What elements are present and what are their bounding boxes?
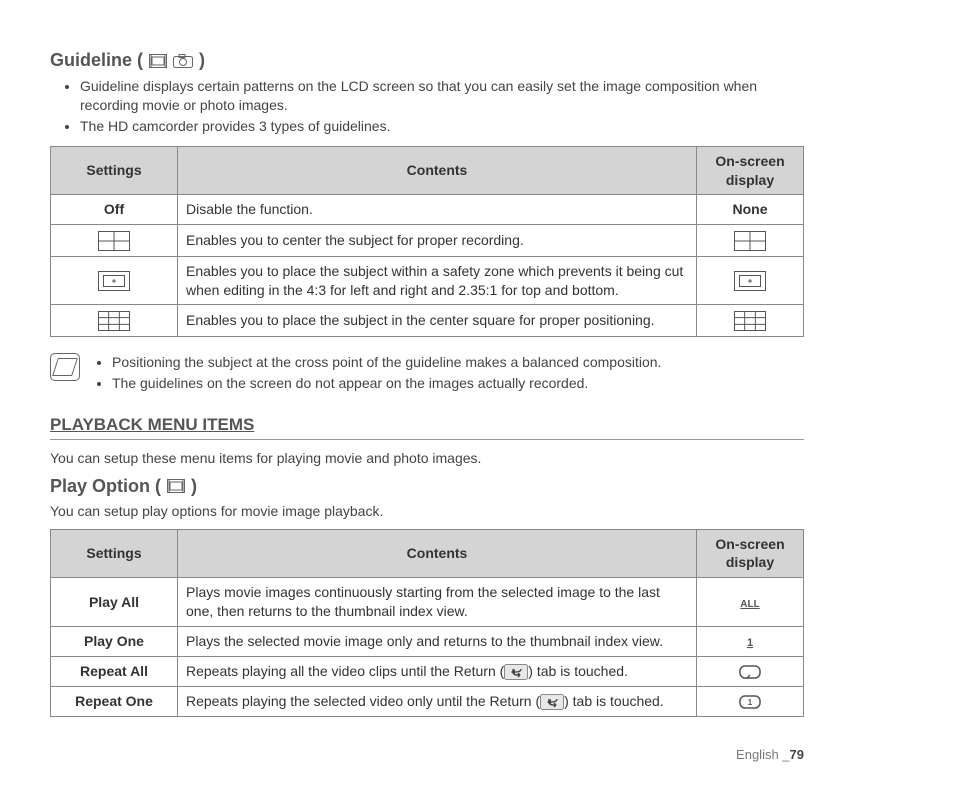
cell-osd: [697, 656, 804, 686]
cell-content: Repeats playing the selected video only …: [178, 686, 697, 716]
guideline-title: Guideline ( ): [50, 50, 804, 71]
camera-icon: [173, 54, 193, 68]
table-header-row: Settings Contents On-screen display: [51, 529, 804, 578]
playback-section: PLAYBACK MENU ITEMS You can setup these …: [50, 415, 804, 717]
note-list: Positioning the subject at the cross poi…: [90, 351, 661, 395]
cell-content: Enables you to center the subject for pr…: [178, 225, 697, 256]
cell-osd: 1: [697, 627, 804, 657]
table-row: Enables you to place the subject within …: [51, 256, 804, 305]
grid-thirds-icon: [98, 311, 130, 331]
table-row: Repeat All Repeats playing all the video …: [51, 656, 804, 686]
cell-osd: [697, 305, 804, 336]
play-option-desc: You can setup play options for movie ima…: [50, 503, 804, 519]
note-item: The guidelines on the screen do not appe…: [112, 374, 661, 393]
content-post: ) tab is touched.: [564, 693, 664, 709]
table-row: Enables you to center the subject for pr…: [51, 225, 804, 256]
play-option-title-text: Play Option (: [50, 476, 161, 497]
col-contents: Contents: [178, 529, 697, 578]
play-one-icon: 1: [737, 634, 763, 650]
guideline-table: Settings Contents On-screen display OffD…: [50, 146, 804, 337]
cell-content: Plays the selected movie image only and …: [178, 627, 697, 657]
grid-safety-icon: [98, 271, 130, 291]
cell-osd: 1: [697, 686, 804, 716]
content-pre: Repeats playing all the video clips unti…: [186, 663, 504, 679]
col-settings: Settings: [51, 529, 178, 578]
note-item: Positioning the subject at the cross poi…: [112, 353, 661, 372]
cell-setting: Repeat All: [51, 656, 178, 686]
playback-heading: PLAYBACK MENU ITEMS: [50, 415, 804, 440]
note-icon: [50, 353, 80, 381]
col-contents: Contents: [178, 146, 697, 195]
return-icon: [504, 664, 528, 680]
grid-cross-icon: [734, 231, 766, 251]
cell-content: Enables you to place the subject within …: [178, 256, 697, 305]
cell-setting: Play One: [51, 627, 178, 657]
col-settings: Settings: [51, 146, 178, 195]
table-row: OffDisable the function.None: [51, 195, 804, 225]
cell-content: Enables you to place the subject in the …: [178, 305, 697, 336]
play-option-title-close: ): [191, 476, 197, 497]
table-header-row: Settings Contents On-screen display: [51, 146, 804, 195]
content-post: ) tab is touched.: [528, 663, 628, 679]
cell-osd: [697, 225, 804, 256]
play-option-title: Play Option ( ): [50, 476, 804, 497]
cell-setting: Off: [51, 195, 178, 225]
svg-text:1: 1: [747, 637, 753, 649]
cell-osd: [697, 256, 804, 305]
svg-text:ALL: ALL: [740, 599, 759, 610]
footer-page: 79: [790, 747, 804, 762]
play-all-icon: ALL: [737, 595, 763, 611]
col-osd: On-screen display: [697, 529, 804, 578]
playback-intro: You can setup these menu items for playi…: [50, 450, 804, 466]
film-icon: [167, 479, 185, 493]
cell-content: Plays movie images continuously starting…: [178, 578, 697, 627]
repeat-one-icon: 1: [739, 694, 761, 710]
footer-label: English _: [736, 747, 789, 762]
grid-safety-icon: [734, 271, 766, 291]
cell-setting: Play All: [51, 578, 178, 627]
repeat-all-icon: [739, 664, 761, 680]
cell-setting: [51, 256, 178, 305]
guideline-title-text: Guideline (: [50, 50, 143, 71]
guideline-bullet: The HD camcorder provides 3 types of gui…: [80, 117, 804, 136]
table-row: Repeat One Repeats playing the selected v…: [51, 686, 804, 716]
svg-text:1: 1: [748, 698, 753, 707]
cell-osd: None: [697, 195, 804, 225]
return-icon: [540, 694, 564, 710]
table-row: Play AllPlays movie images continuously …: [51, 578, 804, 627]
guideline-title-close: ): [199, 50, 205, 71]
cell-setting: [51, 305, 178, 336]
guideline-bullets: Guideline displays certain patterns on t…: [50, 77, 804, 136]
guideline-note: Positioning the subject at the cross poi…: [50, 351, 804, 395]
col-osd: On-screen display: [697, 146, 804, 195]
cell-setting: [51, 225, 178, 256]
cell-content: Repeats playing all the video clips unti…: [178, 656, 697, 686]
guideline-bullet: Guideline displays certain patterns on t…: [80, 77, 804, 115]
table-row: Enables you to place the subject in the …: [51, 305, 804, 336]
guideline-section: Guideline ( ) Guideline displays certain…: [50, 50, 804, 395]
page-footer: English _79: [50, 747, 804, 762]
play-option-table: Settings Contents On-screen display Play…: [50, 529, 804, 717]
film-icon: [149, 54, 167, 68]
cell-content: Disable the function.: [178, 195, 697, 225]
cell-osd: ALL: [697, 578, 804, 627]
table-row: Play OnePlays the selected movie image o…: [51, 627, 804, 657]
content-pre: Repeats playing the selected video only …: [186, 693, 540, 709]
grid-cross-icon: [98, 231, 130, 251]
grid-thirds-icon: [734, 311, 766, 331]
cell-setting: Repeat One: [51, 686, 178, 716]
